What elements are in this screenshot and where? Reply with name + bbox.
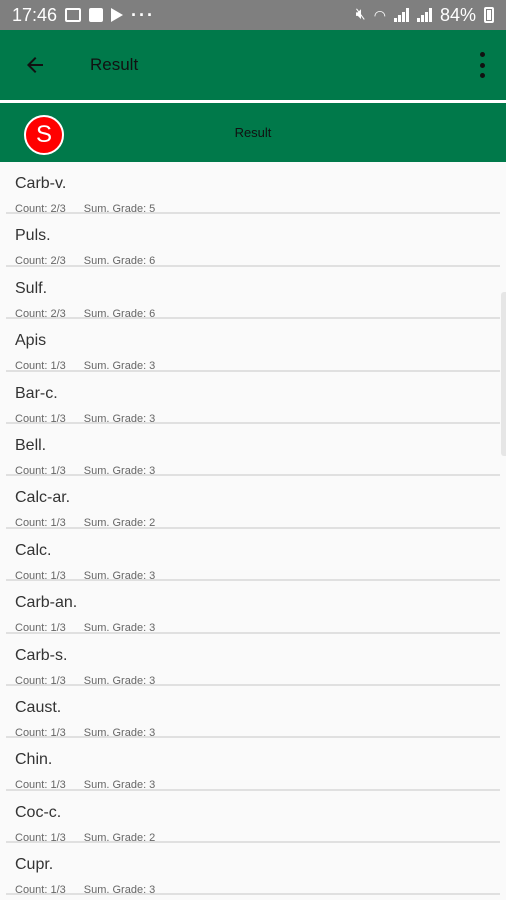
- item-name: Caust.: [15, 698, 62, 716]
- item-name: Carb-v.: [15, 175, 67, 192]
- item-meta: Count: 1/3 Sum. Grade: 3: [15, 727, 155, 739]
- item-grade: Sum. Grade: 3: [83, 726, 156, 739]
- status-bar: 17:46 ··· 🔇︎ ◠ 84%: [0, 0, 506, 30]
- list-item[interactable]: Caust. Count: 1/3 Sum. Grade: 3: [6, 686, 500, 739]
- list-item[interactable]: Calc. Count: 1/3 Sum. Grade: 3: [6, 529, 500, 582]
- item-name: Carb-s.: [15, 646, 68, 664]
- item-name: Coc-c.: [15, 803, 62, 821]
- item-count: Count: 1/3: [15, 569, 66, 582]
- item-name: Bell.: [15, 436, 47, 454]
- item-grade: Sum. Grade: 3: [83, 412, 156, 425]
- item-count: Count: 1/3: [15, 779, 66, 792]
- item-grade: Sum. Grade: 3: [83, 464, 156, 477]
- item-grade: Sum. Grade: 3: [83, 622, 156, 635]
- item-name: Calc.: [15, 541, 52, 559]
- sub-header: Result S: [0, 103, 506, 162]
- item-meta: Count: 2/3 Sum. Grade: 6: [15, 255, 155, 267]
- back-button[interactable]: [0, 30, 70, 100]
- item-meta: Count: 1/3 Sum. Grade: 3: [15, 622, 155, 634]
- save-icon: [89, 8, 104, 22]
- item-grade: Sum. Grade: 5: [83, 203, 156, 215]
- list-item[interactable]: Carb-s. Count: 1/3 Sum. Grade: 3: [6, 634, 500, 687]
- item-count: Count: 1/3: [15, 884, 66, 897]
- item-meta: Count: 1/3 Sum. Grade: 3: [15, 413, 155, 425]
- battery-icon: [484, 7, 494, 23]
- status-time: 17:46: [12, 4, 58, 25]
- item-count: Count: 1/3: [15, 464, 66, 477]
- item-meta: Count: 1/3 Sum. Grade: 3: [15, 675, 155, 687]
- item-count: Count: 2/3: [15, 255, 66, 268]
- list-item[interactable]: Cupr. Count: 1/3 Sum. Grade: 3: [6, 843, 500, 896]
- list-item[interactable]: Bell. Count: 1/3 Sum. Grade: 3: [6, 424, 500, 477]
- list-item[interactable]: Bar-c. Count: 1/3 Sum. Grade: 3: [6, 372, 500, 425]
- list-item[interactable]: Chin. Count: 1/3 Sum. Grade: 3: [6, 738, 500, 791]
- item-grade: Sum. Grade: 6: [83, 307, 156, 320]
- signal-icon: [416, 8, 432, 22]
- item-count: Count: 1/3: [15, 360, 66, 373]
- item-meta: Count: 1/3 Sum. Grade: 2: [15, 832, 155, 844]
- list-item[interactable]: Apis Count: 1/3 Sum. Grade: 3: [6, 319, 500, 372]
- item-grade: Sum. Grade: 3: [83, 779, 156, 792]
- item-grade: Sum. Grade: 2: [83, 517, 156, 530]
- result-list[interactable]: Carb-v. Count: 2/3 Sum. Grade: 5 Puls. Count…: [0, 162, 506, 900]
- status-right: 🔇︎ ◠ 84%: [356, 5, 494, 26]
- item-count: Count: 2/3: [15, 203, 66, 215]
- sub-header-title: Result: [234, 125, 272, 140]
- item-count: Count: 1/3: [15, 726, 66, 739]
- item-count: Count: 1/3: [15, 622, 66, 635]
- list-item[interactable]: Carb-v. Count: 2/3 Sum. Grade: 5: [6, 162, 500, 215]
- item-name: Cupr.: [15, 856, 54, 874]
- list-item[interactable]: Puls. Count: 2/3 Sum. Grade: 6: [6, 214, 500, 267]
- play-icon: [111, 8, 124, 22]
- item-grade: Sum. Grade: 2: [83, 831, 156, 844]
- item-meta: Count: 1/3 Sum. Grade: 3: [15, 884, 155, 896]
- list-item[interactable]: Sulf. Count: 2/3 Sum. Grade: 6: [6, 267, 500, 320]
- image-icon: [65, 8, 82, 22]
- item-name: Bar-c.: [15, 384, 58, 402]
- item-meta: Count: 1/3 Sum. Grade: 2: [15, 517, 155, 529]
- item-count: Count: 1/3: [15, 412, 66, 425]
- scrollbar-handle[interactable]: [501, 292, 506, 456]
- item-count: Count: 1/3: [15, 517, 66, 530]
- item-name: Carb-an.: [15, 594, 78, 612]
- item-grade: Sum. Grade: 6: [83, 255, 156, 268]
- item-count: Count: 1/3: [15, 831, 66, 844]
- item-grade: Sum. Grade: 3: [83, 569, 156, 582]
- arrow-left-icon: [27, 57, 43, 73]
- list-item[interactable]: Calc-ar. Count: 1/3 Sum. Grade: 2: [6, 476, 500, 529]
- item-grade: Sum. Grade: 3: [83, 360, 156, 373]
- item-name: Apis: [15, 332, 47, 350]
- more-dots-icon: ···: [131, 4, 156, 25]
- item-name: Calc-ar.: [15, 489, 71, 507]
- item-meta: Count: 1/3 Sum. Grade: 3: [15, 360, 155, 372]
- list-item[interactable]: Carb-an. Count: 1/3 Sum. Grade: 3: [6, 581, 500, 634]
- mute-icon: 🔇︎: [355, 6, 366, 23]
- item-name: Chin.: [15, 751, 53, 769]
- battery-percent: 84%: [439, 4, 476, 25]
- item-count: Count: 2/3: [15, 307, 66, 320]
- item-count: Count: 1/3: [15, 674, 66, 687]
- page-title: Result: [90, 55, 139, 74]
- item-meta: Count: 2/3 Sum. Grade: 5: [15, 203, 155, 215]
- item-grade: Sum. Grade: 3: [83, 674, 156, 687]
- app-bar: Result: [0, 30, 506, 100]
- more-vert-icon[interactable]: [472, 52, 492, 78]
- s-badge-icon[interactable]: S: [24, 115, 64, 155]
- list-item[interactable]: Coc-c. Count: 1/3 Sum. Grade: 2: [6, 791, 500, 844]
- item-name: Puls.: [15, 227, 51, 245]
- item-meta: Count: 2/3 Sum. Grade: 6: [15, 308, 155, 320]
- item-name: Sulf.: [15, 279, 48, 297]
- status-left: 17:46 ···: [12, 5, 155, 26]
- item-meta: Count: 1/3 Sum. Grade: 3: [15, 570, 155, 582]
- signal-icon: [393, 8, 409, 22]
- item-meta: Count: 1/3 Sum. Grade: 3: [15, 779, 155, 791]
- item-meta: Count: 1/3 Sum. Grade: 3: [15, 465, 155, 477]
- wifi-icon: ◠: [373, 6, 386, 23]
- item-grade: Sum. Grade: 3: [83, 884, 156, 897]
